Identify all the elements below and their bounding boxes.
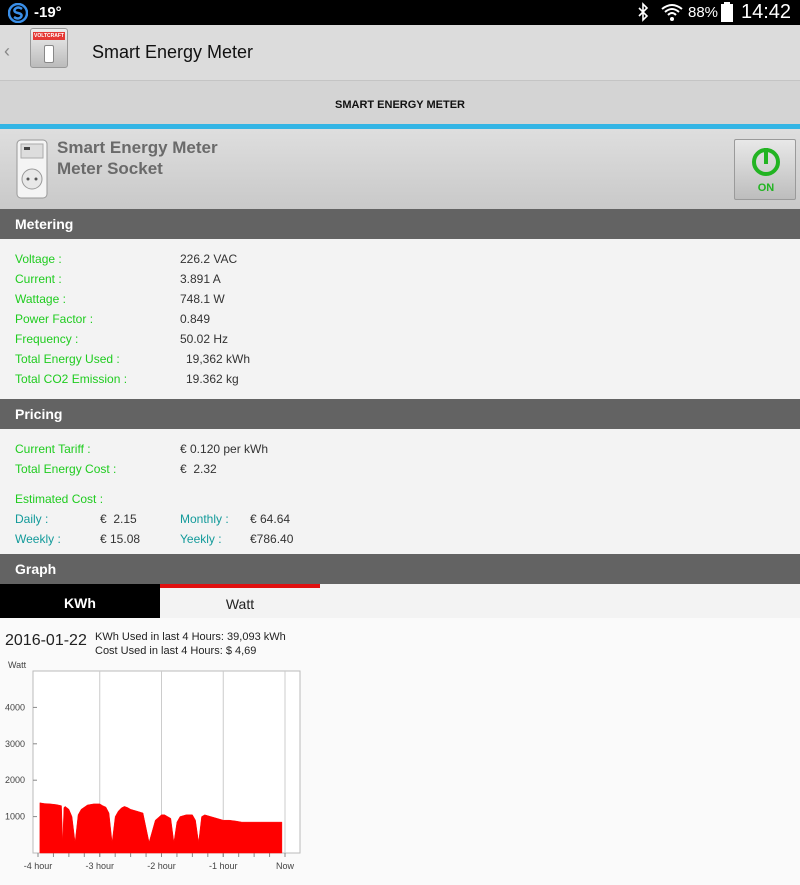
- power-factor-label: Power Factor :: [15, 312, 94, 326]
- wattage-label: Wattage :: [15, 292, 66, 306]
- wattage-value: 748.1 W: [180, 292, 225, 306]
- voltage-label: Voltage :: [15, 252, 62, 266]
- graph-header: Graph: [0, 554, 800, 584]
- x-tick-label: -2 hour: [147, 861, 176, 871]
- device-name: Smart Energy Meter: [57, 138, 218, 157]
- x-tick-label: -4 hour: [24, 861, 53, 871]
- y-axis-label: Watt: [8, 660, 27, 670]
- battery-percent: 88%: [688, 4, 719, 21]
- total-cost-label: Total Energy Cost :: [15, 462, 117, 476]
- power-state-label: ON: [757, 182, 775, 194]
- temperature: -19°: [34, 4, 62, 21]
- power-toggle-button[interactable]: ON: [734, 139, 796, 200]
- metering-header: Metering: [0, 209, 800, 239]
- co2-label: Total CO2 Emission :: [15, 372, 128, 386]
- voltage-value: 226.2 VAC: [180, 252, 238, 266]
- yearly-value: €786.40: [250, 532, 294, 546]
- total-cost-value: € 2.32: [180, 462, 217, 476]
- yearly-label: Yeekly :: [180, 532, 222, 546]
- total-energy-label: Total Energy Used :: [15, 352, 120, 366]
- bluetooth-icon: [638, 2, 649, 22]
- monthly-value: € 64.64: [250, 512, 291, 526]
- battery-icon: [721, 2, 733, 22]
- pricing-header: Pricing: [0, 399, 800, 429]
- power-icon: [752, 148, 780, 176]
- tab-watt[interactable]: Watt: [160, 584, 320, 618]
- weekly-label: Weekly :: [15, 532, 61, 546]
- weekly-value: € 15.08: [100, 532, 141, 546]
- x-tick-label: -1 hour: [209, 861, 238, 871]
- status-bar: -19° 88% 14:42: [0, 0, 800, 25]
- app-logo[interactable]: VOLTCRAFT: [30, 28, 68, 68]
- frequency-value: 50.02 Hz: [180, 332, 229, 346]
- clock: 14:42: [741, 1, 792, 23]
- daily-label: Daily :: [15, 512, 49, 526]
- daily-value: € 2.15: [100, 512, 137, 526]
- x-tick-label: -3 hour: [85, 861, 114, 871]
- device-type: Meter Socket: [57, 159, 163, 178]
- graph-kwh-info: KWh Used in last 4 Hours: 39,093 kWh: [95, 631, 286, 643]
- app-title: Smart Energy Meter: [92, 42, 254, 62]
- app-bar: ‹ VOLTCRAFT Smart Energy Meter: [0, 25, 800, 80]
- current-label: Current :: [15, 272, 62, 286]
- s-app-icon: [8, 3, 28, 23]
- monthly-label: Monthly :: [180, 512, 229, 526]
- total-energy-value: 19,362 kWh: [186, 352, 251, 366]
- brand-label: VOLTCRAFT: [33, 32, 65, 40]
- y-tick-label: 2000: [5, 775, 25, 785]
- wifi-icon: [661, 4, 683, 21]
- plug-icon: [44, 45, 54, 63]
- y-tick-label: 3000: [5, 739, 25, 749]
- meter-socket-icon: [16, 139, 48, 199]
- device-header: Smart Energy Meter Meter Socket ON: [0, 129, 800, 209]
- y-tick-label: 1000: [5, 812, 25, 822]
- y-tick-label: 4000: [5, 702, 25, 712]
- power-factor-value: 0.849: [180, 312, 211, 326]
- tab-smart-energy-meter[interactable]: SMART ENERGY METER: [0, 80, 800, 124]
- current-value: 3.891 A: [180, 272, 221, 286]
- tariff-value: € 0.120 per kWh: [180, 442, 269, 456]
- co2-value: 19.362 kg: [186, 372, 239, 386]
- graph-cost-info: Cost Used in last 4 Hours: $ 4,69: [95, 645, 257, 657]
- graph-date: 2016-01-22: [5, 632, 87, 649]
- tab-kwh[interactable]: KWh: [0, 584, 160, 618]
- frequency-label: Frequency :: [15, 332, 79, 346]
- tariff-label: Current Tariff :: [15, 442, 91, 456]
- back-chevron-icon[interactable]: ‹: [4, 41, 10, 62]
- x-tick-label: Now: [276, 861, 295, 871]
- watt-chart: -4 hour -3 hour -2 hour -1 hour Now 1000 2000 3…: [5, 660, 301, 871]
- tab-label: SMART ENERGY METER: [335, 99, 465, 111]
- estimated-cost-label: Estimated Cost :: [15, 492, 104, 506]
